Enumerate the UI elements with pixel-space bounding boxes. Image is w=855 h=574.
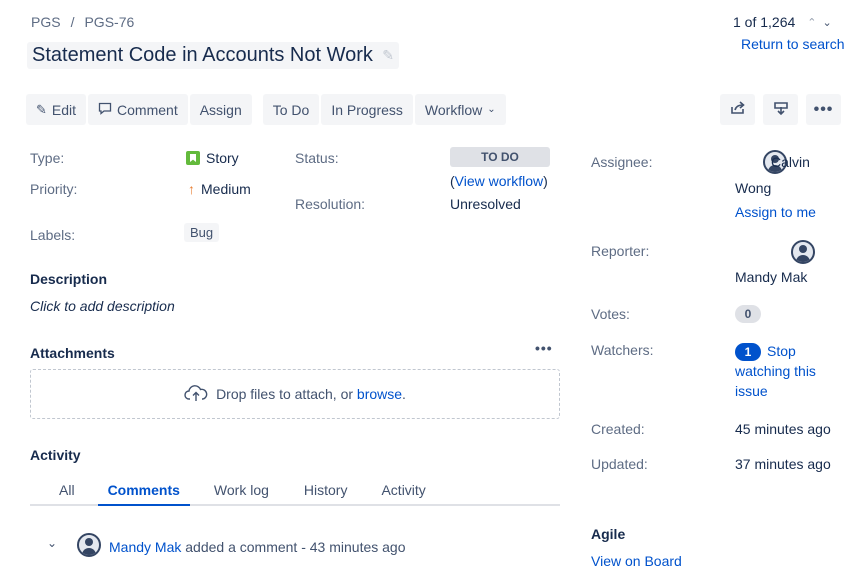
issue-toolbar: ✎ Edit Comment Assign To Do In Progress … — [26, 94, 517, 125]
labels-label: Labels: — [30, 227, 76, 243]
share-button[interactable] — [720, 94, 755, 125]
tab-activity[interactable]: Activity — [381, 474, 425, 504]
activity-title: Activity — [30, 447, 81, 463]
breadcrumb-separator: / — [70, 14, 75, 30]
avatar — [77, 533, 101, 557]
to-do-label: To Do — [272, 101, 310, 118]
download-icon — [773, 101, 789, 119]
status-label: Status: — [295, 150, 339, 166]
view-on-board-link[interactable]: View on Board — [591, 553, 682, 569]
stop-watching-link-1[interactable]: Stop — [767, 343, 796, 359]
chevron-up-icon[interactable]: ⌃ — [807, 16, 816, 29]
edit-group: ✎ Edit Comment Assign — [26, 94, 254, 125]
export-button[interactable] — [763, 94, 798, 125]
resolution-value: Unresolved — [450, 196, 521, 212]
return-to-search-link[interactable]: Return to search — [741, 36, 845, 52]
comment-button[interactable]: Comment — [88, 94, 188, 125]
in-progress-button[interactable]: In Progress — [321, 94, 413, 125]
tab-work-log[interactable]: Work log — [214, 474, 269, 504]
assignee-first-name[interactable]: Calvin — [771, 154, 810, 170]
priority-value[interactable]: ↑ Medium — [188, 181, 251, 197]
votes-badge[interactable]: 0 — [735, 305, 761, 323]
reporter-name[interactable]: Mandy Mak — [735, 269, 807, 285]
comment-label: Comment — [117, 101, 178, 118]
attachments-more-icon[interactable]: ••• — [535, 340, 553, 356]
comment-meta: added a comment - 43 minutes ago — [181, 539, 406, 555]
pager-position: 1 of 1,264 — [733, 14, 796, 30]
label-tag-bug[interactable]: Bug — [184, 223, 220, 242]
view-workflow: (View workflow) — [450, 173, 548, 189]
breadcrumb: PGS / PGS-76 — [31, 14, 134, 30]
issue-actions: ••• — [720, 94, 849, 125]
in-progress-label: In Progress — [331, 101, 403, 118]
updated-label: Updated: — [591, 456, 648, 472]
view-workflow-link[interactable]: View workflow — [455, 173, 543, 189]
to-do-button[interactable]: To Do — [262, 94, 320, 125]
tab-comments[interactable]: Comments — [97, 474, 191, 506]
more-button[interactable]: ••• — [806, 94, 841, 125]
assign-button[interactable]: Assign — [189, 94, 252, 125]
reporter-label: Reporter: — [591, 243, 650, 259]
created-value: 45 minutes ago — [735, 421, 831, 437]
tab-history[interactable]: History — [304, 474, 348, 504]
share-icon — [730, 101, 746, 118]
edit-button[interactable]: ✎ Edit — [26, 94, 87, 125]
attachments-title: Attachments — [30, 345, 115, 361]
watchers-block: 1 Stop watching this issue — [735, 341, 816, 401]
priority-value-text: Medium — [201, 181, 251, 197]
arrow-up-icon: ↑ — [188, 181, 195, 197]
comment-icon — [98, 102, 112, 118]
description-placeholder[interactable]: Click to add description — [30, 298, 175, 314]
description-title: Description — [30, 271, 108, 287]
activity-tabs: All Comments Work log History Activity — [30, 474, 560, 506]
chevron-down-icon: ⌄ — [487, 104, 496, 115]
story-icon — [186, 151, 200, 165]
transition-group: To Do In Progress Workflow ⌄ — [262, 94, 508, 125]
avatar — [790, 240, 815, 264]
comment-author-link[interactable]: Mandy Mak — [109, 539, 181, 555]
assignee-label: Assignee: — [591, 154, 653, 170]
stop-watching-link-3[interactable]: issue — [735, 383, 768, 399]
issue-pager: 1 of 1,264 ⌃ ⌄ — [733, 14, 832, 30]
created-label: Created: — [591, 421, 645, 437]
pencil-icon: ✎ — [36, 101, 47, 117]
breadcrumb-project-link[interactable]: PGS — [31, 14, 61, 30]
assign-label: Assign — [199, 101, 242, 118]
chevron-down-icon[interactable]: ⌄ — [47, 536, 57, 550]
edit-label: Edit — [51, 101, 77, 118]
resolution-label: Resolution: — [295, 196, 366, 212]
issue-title-text: Statement Code in Accounts Not Work — [32, 44, 373, 66]
issue-title[interactable]: Statement Code in Accounts Not Work ✎ — [27, 42, 399, 69]
tab-all[interactable]: All — [59, 474, 75, 504]
status-lozenge[interactable]: TO DO — [450, 147, 550, 167]
priority-label: Priority: — [30, 181, 78, 197]
watchers-label: Watchers: — [591, 342, 654, 358]
stop-watching-link-2[interactable]: watching this — [735, 363, 816, 379]
workflow-button[interactable]: Workflow ⌄ — [414, 94, 506, 125]
cloud-upload-icon — [184, 384, 208, 405]
view-workflow-close-paren: ) — [543, 173, 548, 189]
pencil-icon: ✎ — [382, 47, 394, 63]
watchers-badge[interactable]: 1 — [735, 343, 761, 361]
type-label: Type: — [30, 150, 65, 166]
votes-label: Votes: — [591, 306, 630, 322]
updated-value: 37 minutes ago — [735, 456, 831, 472]
assign-to-me-link[interactable]: Assign to me — [735, 204, 816, 220]
breadcrumb-issue-link[interactable]: PGS-76 — [84, 14, 134, 30]
comment-header: Mandy Mak added a comment - 43 minutes a… — [109, 539, 406, 555]
dropzone-text: Drop files to attach, or — [216, 386, 357, 402]
browse-link[interactable]: browse — [357, 386, 402, 402]
workflow-label: Workflow — [424, 101, 483, 118]
agile-title: Agile — [591, 526, 626, 542]
type-value-text: Story — [206, 150, 239, 166]
type-value[interactable]: Story — [186, 150, 239, 166]
dropzone-period: . — [402, 386, 406, 402]
more-icon: ••• — [813, 100, 834, 118]
chevron-down-icon[interactable]: ⌄ — [823, 16, 832, 29]
assignee-last-name[interactable]: Wong — [735, 180, 771, 196]
attachment-dropzone[interactable]: Drop files to attach, or browse. — [30, 369, 560, 419]
